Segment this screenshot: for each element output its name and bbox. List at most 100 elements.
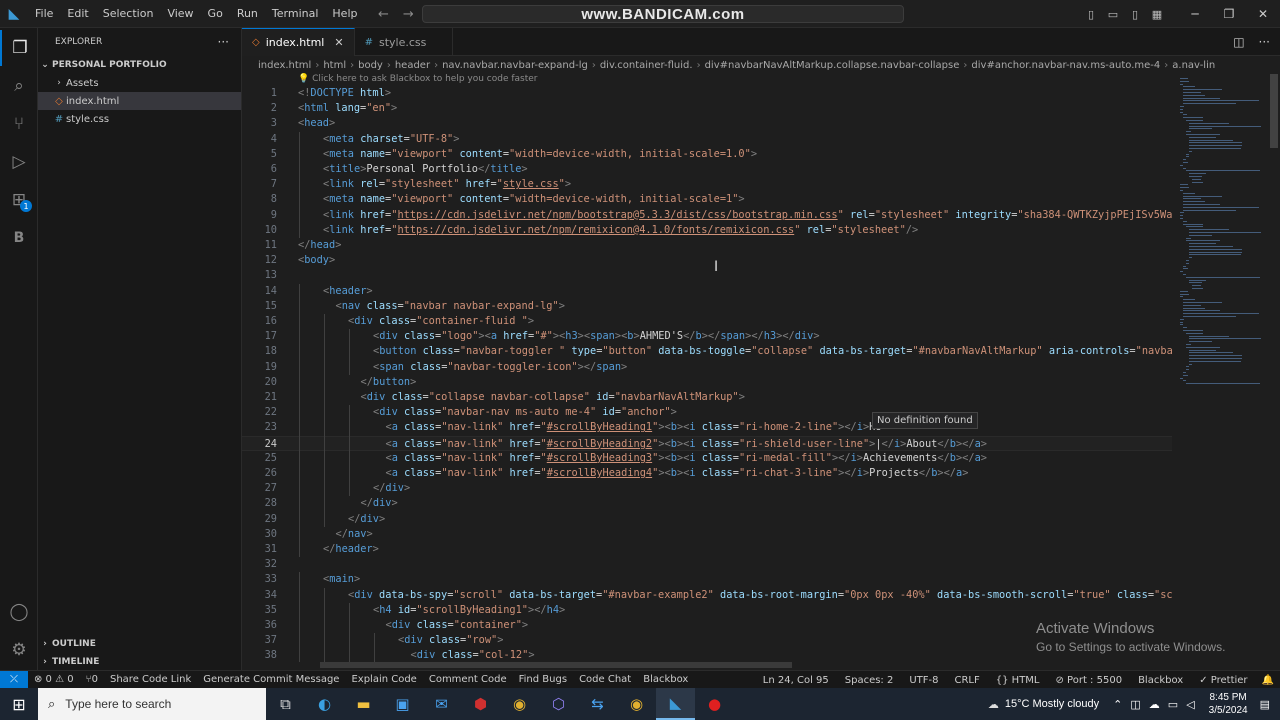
breadcrumb-item[interactable]: div#navbarNavAltMarkup.collapse.navbar-c…	[705, 60, 960, 71]
tray-app-icon[interactable]: ◫	[1130, 698, 1140, 711]
code-line[interactable]: 3 <head>	[242, 116, 1172, 131]
menu-go[interactable]: Go	[201, 0, 230, 28]
breadcrumb-item[interactable]: div.container-fluid.	[600, 60, 693, 71]
menu-view[interactable]: View	[160, 0, 200, 28]
maximize-button[interactable]: ❐	[1212, 7, 1246, 21]
code-line[interactable]: 4 <meta charset="UTF-8">	[242, 132, 1172, 147]
network-icon[interactable]: ▭	[1168, 698, 1178, 711]
code-line[interactable]: 2 <html lang="en">	[242, 101, 1172, 116]
tree-item-style-css[interactable]: # style.css	[38, 110, 241, 128]
status-item[interactable]: Comment Code	[423, 674, 513, 685]
more-actions-icon[interactable]: ···	[218, 35, 229, 49]
chrome-icon[interactable]: ◉	[500, 688, 539, 720]
timeline-section[interactable]: › TIMELINE	[38, 653, 242, 671]
remote-indicator-icon[interactable]: ⤫	[0, 670, 28, 689]
menu-file[interactable]: File	[28, 0, 60, 28]
code-line[interactable]: 35 <h4 id="scrollByHeading1"></h4>	[242, 603, 1172, 618]
code-line[interactable]: 5 <meta name="viewport" content="width=de…	[242, 147, 1172, 162]
tab-index-html[interactable]: ◇ index.html ✕	[242, 28, 355, 56]
code-line[interactable]: 18 <button class="navbar-toggler " type="…	[242, 344, 1172, 359]
code-line[interactable]: 28 </div>	[242, 496, 1172, 511]
bandicam-record-icon[interactable]: ●	[695, 688, 734, 720]
code-editor[interactable]: 1 <!DOCTYPE html> 2 <html lang="en"> 3 <head>…	[242, 86, 1172, 662]
clock[interactable]: 8:45 PM 3/5/2024	[1201, 691, 1256, 717]
edge-icon[interactable]: ◐	[305, 688, 344, 720]
tree-item-assets[interactable]: › Assets	[38, 74, 241, 92]
status-item[interactable]: {} HTML	[988, 675, 1048, 686]
command-center[interactable]: www.BANDICAM.com	[422, 5, 904, 23]
code-line[interactable]: 19 <span class="navbar-toggler-icon"></sp…	[242, 360, 1172, 375]
search-icon[interactable]: ⌕	[0, 68, 38, 104]
blackbox-hint[interactable]: 💡 Click here to ask Blackbox to help you…	[298, 74, 538, 84]
status-item[interactable]: ✓ Prettier	[1191, 675, 1255, 686]
breadcrumb-item[interactable]: html	[323, 60, 346, 71]
windows-start-icon[interactable]: ⊞	[0, 688, 38, 720]
weather-cloud-icon[interactable]: ☁	[988, 698, 999, 711]
status-item[interactable]: Spaces: 2	[837, 675, 902, 686]
code-line[interactable]: 14 <header>	[242, 284, 1172, 299]
scrollbar-thumb[interactable]	[1270, 74, 1278, 148]
task-view-icon[interactable]: ⧉	[266, 688, 305, 720]
code-line[interactable]: 15 <nav class="navbar navbar-expand-lg">	[242, 299, 1172, 314]
breadcrumb-item[interactable]: index.html	[258, 60, 311, 71]
close-tab-icon[interactable]: ✕	[334, 36, 343, 49]
blackbox-icon[interactable]: B	[0, 220, 38, 256]
menu-run[interactable]: Run	[230, 0, 265, 28]
store-icon[interactable]: ▣	[383, 688, 422, 720]
tray-chevron-icon[interactable]: ⌃	[1113, 698, 1122, 711]
mail-icon[interactable]: ✉	[422, 688, 461, 720]
customize-layout-icon[interactable]: ▦	[1146, 8, 1168, 21]
security-app-icon[interactable]: ⬢	[461, 688, 500, 720]
code-line[interactable]: 31 </header>	[242, 542, 1172, 557]
project-folder[interactable]: ⌄ PERSONAL PORTFOLIO	[38, 56, 241, 74]
status-item[interactable]: Ln 24, Col 95	[755, 675, 837, 686]
status-item[interactable]: Find Bugs	[513, 674, 573, 685]
file-explorer-icon[interactable]: ▬	[344, 688, 383, 720]
code-line[interactable]: 20 </button>	[242, 375, 1172, 390]
status-item[interactable]: Code Chat	[573, 674, 637, 685]
code-line[interactable]: 8 <meta name="viewport" content="width=de…	[242, 192, 1172, 207]
code-line[interactable]: 29 </div>	[242, 512, 1172, 527]
weather-text[interactable]: 15°C Mostly cloudy	[1005, 698, 1099, 710]
menu-edit[interactable]: Edit	[60, 0, 95, 28]
code-line[interactable]: 26 <a class="nav-link" href="#scrollByHea…	[242, 466, 1172, 481]
code-line[interactable]: 37 <div class="row">	[242, 633, 1172, 648]
code-line[interactable]: 9 <link href="https://cdn.jsdelivr.net/np…	[242, 208, 1172, 223]
tree-item-index-html[interactable]: ◇ index.html	[38, 92, 241, 110]
remote-desktop-icon[interactable]: ⇆	[578, 688, 617, 720]
status-item[interactable]: ⊘ Port : 5500	[1048, 675, 1131, 686]
code-line[interactable]: 13	[242, 268, 1172, 283]
code-line[interactable]: 7 <link rel="stylesheet" href="style.css"…	[242, 177, 1172, 192]
code-line[interactable]: 11 </head>	[242, 238, 1172, 253]
code-line[interactable]: 1 <!DOCTYPE html>	[242, 86, 1172, 101]
run-debug-icon[interactable]: ▷	[0, 144, 38, 180]
toggle-primary-sidebar-icon[interactable]: ▯	[1080, 8, 1102, 21]
breadcrumb-item[interactable]: div#anchor.navbar-nav.ms-auto.me-4	[971, 60, 1160, 71]
menu-terminal[interactable]: Terminal	[265, 0, 326, 28]
code-line[interactable]: 22 <div class="navbar-nav ms-auto me-4" i…	[242, 405, 1172, 420]
minimize-button[interactable]: ─	[1178, 7, 1212, 21]
code-line[interactable]: 12 <body>	[242, 253, 1172, 268]
status-item[interactable]: ⑂0	[80, 674, 104, 685]
status-item[interactable]: Share Code Link	[104, 674, 197, 685]
code-line[interactable]: 30 </nav>	[242, 527, 1172, 542]
close-window-button[interactable]: ✕	[1246, 7, 1280, 21]
status-item[interactable]: CRLF	[947, 675, 988, 686]
breadcrumb-item[interactable]: nav.navbar.navbar-expand-lg	[442, 60, 588, 71]
back-arrow-icon[interactable]: ←	[378, 7, 389, 22]
code-line[interactable]: 16 <div class="container-fluid ">	[242, 314, 1172, 329]
code-line[interactable]: 32	[242, 557, 1172, 572]
breadcrumb-item[interactable]: a.nav-lin	[1172, 60, 1215, 71]
status-item[interactable]: UTF-8	[901, 675, 946, 686]
accounts-icon[interactable]: ◯	[0, 594, 38, 630]
code-line[interactable]: 23 <a class="nav-link" href="#scrollByHea…	[242, 420, 1172, 435]
code-line[interactable]: 34 <div data-bs-spy="scroll" data-bs-targ…	[242, 588, 1172, 603]
split-editor-icon[interactable]: ◫	[1233, 35, 1244, 49]
notifications-icon[interactable]: ▤	[1260, 698, 1270, 711]
code-line[interactable]: 10 <link href="https://cdn.jsdelivr.net/n…	[242, 223, 1172, 238]
status-item[interactable]: Blackbox	[637, 674, 694, 685]
chrome-profile-icon[interactable]: ◉	[617, 688, 656, 720]
status-item[interactable]: Blackbox	[1130, 675, 1191, 686]
notifications-bell-icon[interactable]: 🔔	[1256, 675, 1280, 686]
minimap[interactable]	[1172, 74, 1268, 664]
